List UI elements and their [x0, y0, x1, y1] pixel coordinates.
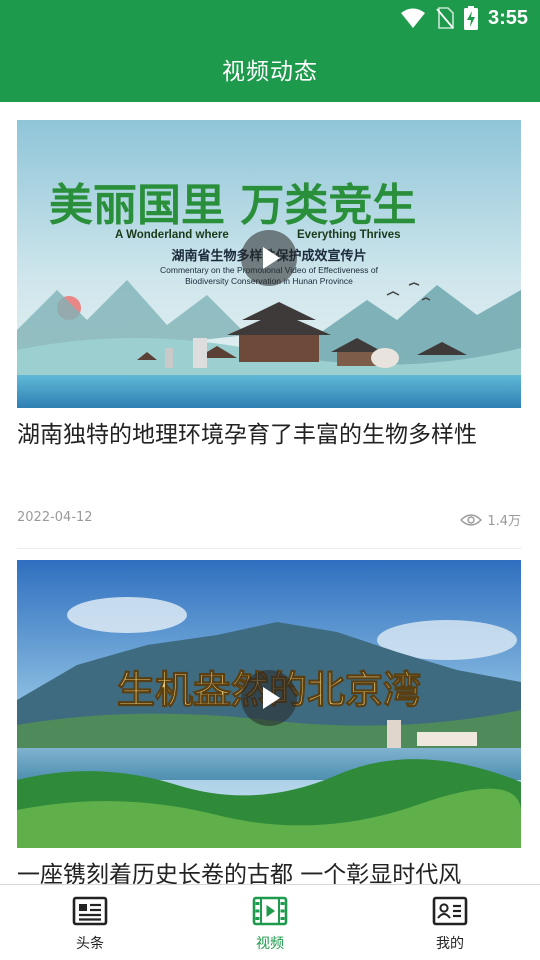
view-count-value: 1.4万	[487, 514, 521, 529]
video-title[interactable]: 湖南独特的地理环境孕育了丰富的生物多样性	[17, 416, 521, 454]
tab-video[interactable]: 视频	[180, 885, 360, 960]
battery-charging-icon	[463, 6, 478, 30]
publish-date: 2022-04-12	[17, 510, 93, 525]
video-thumbnail[interactable]: 美丽国里 万类竞生 A Wonderland where Everything …	[17, 120, 521, 408]
svg-text:Everything Thrives: Everything Thrives	[297, 229, 401, 241]
svg-text:A Wonderland where: A Wonderland where	[115, 229, 229, 241]
video-meta: 2022-04-12 1.4万	[17, 510, 521, 530]
status-icons: 3:55	[400, 6, 528, 30]
video-feed[interactable]: 美丽国里 万类竞生 A Wonderland where Everything …	[0, 102, 540, 884]
video-title[interactable]: 一座镌刻着历史长卷的古都 一个彰显时代风	[17, 856, 521, 884]
status-bar: 3:55	[0, 0, 540, 36]
app-bar: 视频动态	[0, 36, 540, 102]
tab-label: 视频	[256, 936, 284, 952]
video-card[interactable]: 美丽国里 万类竞生 A Wonderland where Everything …	[17, 120, 521, 550]
page-title: 视频动态	[222, 59, 318, 85]
svg-text:美丽国里 万类竞生: 美丽国里 万类竞生	[49, 180, 416, 231]
video-card[interactable]: 生机盎然的北京湾 一座镌刻着历史长卷的古都 一个彰显时代风	[17, 560, 521, 884]
tab-mine[interactable]: 我的	[360, 885, 540, 960]
status-time: 3:55	[487, 6, 528, 29]
no-sim-icon	[436, 7, 454, 29]
divider	[17, 548, 521, 549]
eye-icon	[460, 513, 483, 526]
video-film-icon	[252, 896, 288, 926]
play-button[interactable]	[241, 230, 297, 286]
wifi-icon	[400, 8, 425, 28]
bottom-tab-bar: 头条 视频 我的	[0, 884, 540, 960]
view-count: 1.4万	[460, 510, 521, 529]
news-icon	[72, 896, 108, 926]
tab-headlines[interactable]: 头条	[0, 885, 180, 960]
video-thumbnail[interactable]: 生机盎然的北京湾	[17, 560, 521, 848]
tab-label: 头条	[76, 936, 104, 952]
play-icon	[263, 687, 280, 709]
tab-label: 我的	[436, 936, 464, 952]
play-icon	[263, 247, 280, 269]
profile-card-icon	[432, 896, 468, 926]
play-button[interactable]	[241, 670, 297, 726]
